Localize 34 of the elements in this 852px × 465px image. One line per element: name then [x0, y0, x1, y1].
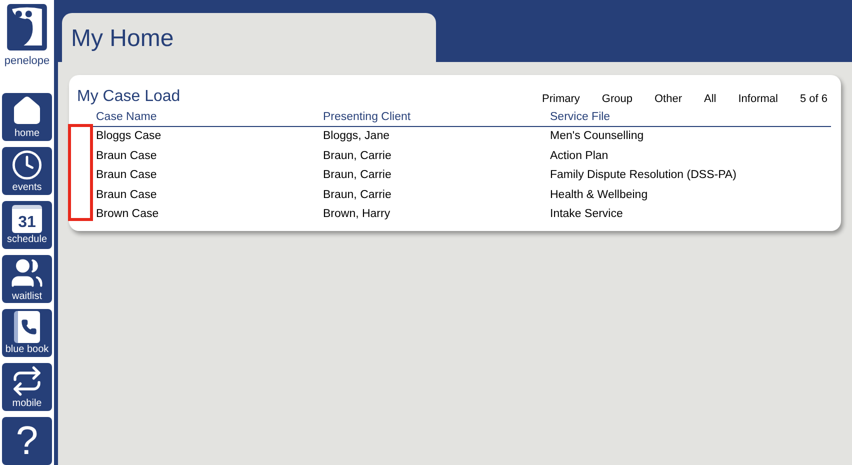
table-cell-text: Bloggs, Jane — [323, 129, 390, 144]
table-cell-text: Men's Counselling — [550, 129, 645, 144]
nav-button[interactable]: events — [2, 147, 52, 195]
column-header[interactable]: Service File — [550, 109, 750, 126]
table-cell-text: Braun Case — [96, 168, 158, 184]
filter-link[interactable]: Primary — [542, 90, 580, 107]
table-cell-text: Brown, Harry — [323, 207, 392, 222]
nav-button[interactable]: home — [2, 93, 52, 141]
filter-link[interactable]: Group — [602, 90, 632, 107]
filter-link[interactable]: All — [704, 90, 716, 107]
nav-button[interactable]: mobile — [2, 363, 52, 411]
table-cell-text: Braun, Carrie — [323, 168, 392, 184]
column-header[interactable]: Case Name — [96, 109, 323, 126]
nav-button[interactable]: blue book — [2, 309, 52, 357]
column-header[interactable]: Presenting Client — [323, 109, 550, 126]
table-cell-text: Braun Case — [96, 188, 158, 203]
table-cell-text: Braun, Carrie — [323, 188, 392, 203]
nav-button[interactable]: 31 schedule — [2, 201, 52, 249]
table-cell-text: Bloggs Case — [96, 129, 162, 144]
table-cell-text: Braun Case — [96, 148, 158, 164]
filter-link[interactable]: Other — [654, 90, 682, 107]
table-cell-text: Intake Service — [550, 207, 624, 222]
table-cell-text: Health & Wellbeing — [550, 188, 649, 203]
card-title: My Case Load — [77, 87, 182, 107]
filter-link[interactable]: Informal — [738, 90, 778, 107]
table-cell-text: Action Plan — [550, 148, 610, 164]
calendar-icon: 31 — [12, 204, 42, 232]
table-cell-text: Brown Case — [96, 207, 160, 222]
case-count: 5 of 6 — [800, 92, 828, 106]
table-cell-text: Family Dispute Resolution (DSS-PA) — [550, 168, 738, 184]
app-name: penelope — [4, 54, 50, 68]
table-cell-text: Braun, Carrie — [323, 148, 392, 164]
nav-button[interactable]: ? — [2, 417, 52, 465]
nav-button[interactable]: waitlist — [2, 255, 52, 303]
